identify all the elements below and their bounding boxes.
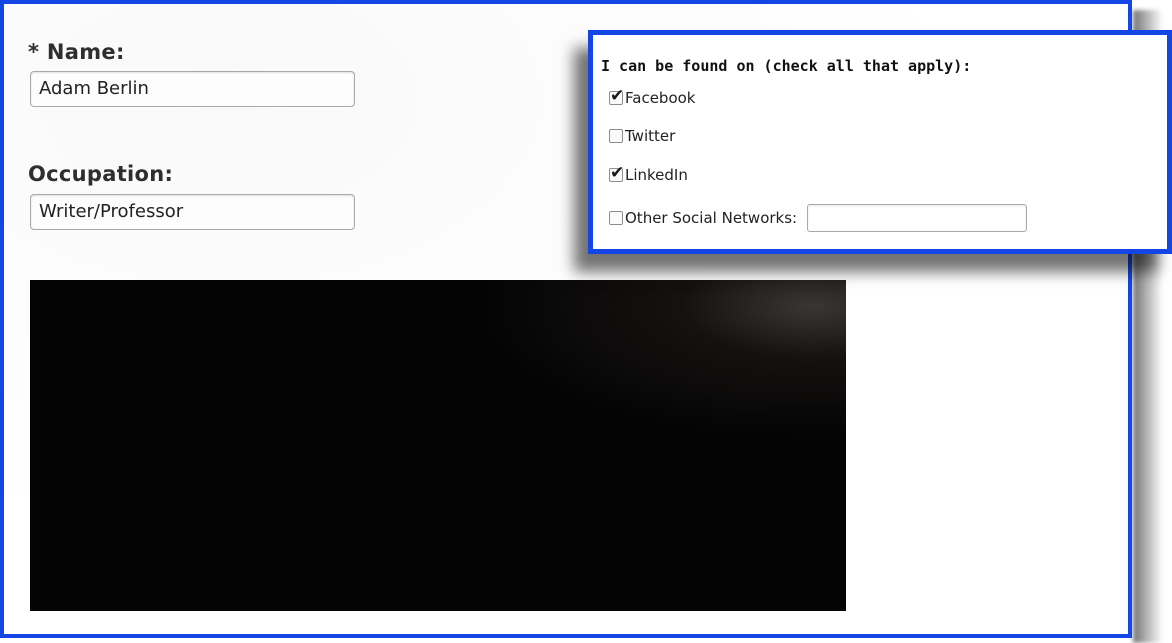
twitter-option[interactable]: Twitter [609, 125, 675, 147]
other-networks-checkbox[interactable] [609, 211, 623, 225]
facebook-label: Facebook [625, 89, 696, 107]
linkedin-option[interactable]: LinkedIn [609, 163, 688, 186]
facebook-option[interactable]: Facebook [609, 86, 696, 109]
other-networks-input[interactable] [807, 204, 1028, 232]
profile-photo [30, 280, 846, 611]
twitter-checkbox[interactable] [609, 129, 623, 143]
linkedin-label: LinkedIn [625, 166, 688, 184]
occupation-input[interactable]: Writer/Professor [30, 194, 355, 230]
twitter-label: Twitter [625, 127, 676, 145]
name-label: * Name: [28, 40, 125, 64]
other-networks-option: Other Social Networks: [609, 203, 1028, 233]
social-networks-heading: I can be found on (check all that apply)… [601, 57, 972, 75]
social-networks-panel: I can be found on (check all that apply)… [588, 30, 1172, 254]
facebook-checkbox[interactable] [609, 86, 624, 106]
linkedin-checkbox[interactable] [609, 163, 624, 183]
occupation-label: Occupation: [28, 162, 174, 186]
name-input[interactable]: Adam Berlin [30, 71, 355, 107]
other-networks-label: Other Social Networks: [625, 209, 798, 227]
